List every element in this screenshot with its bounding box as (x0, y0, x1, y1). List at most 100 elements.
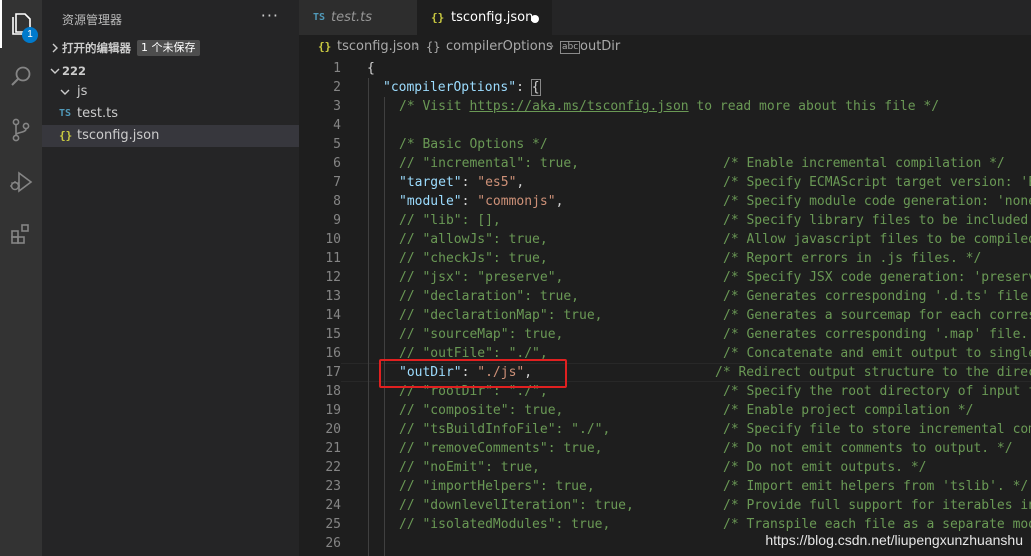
code-token: , (555, 194, 564, 209)
json-value: "es5" (477, 175, 517, 190)
comment: // "tsBuildInfoFile": "./", (399, 422, 611, 437)
tree-item-label: test.ts (77, 106, 118, 121)
comment: /* Specify file to store incremental com… (723, 422, 1031, 437)
code-line-trailing-comment: /* Generates corresponding '.map' file. … (723, 325, 1031, 344)
code-line-trailing-comment: /* Specify JSX code generation: 'preserv… (723, 268, 1031, 287)
tree-item-tsconfig-json[interactable]: {} tsconfig.json (42, 125, 299, 147)
sidebar-title: 资源管理器 (62, 13, 123, 27)
line-number: 3 (333, 99, 341, 114)
activity-bar: 1 (0, 0, 42, 556)
line-number: 11 (325, 251, 341, 266)
line-number: 18 (325, 384, 341, 399)
comment: // "checkJs": true, (399, 251, 548, 266)
line-number: 8 (333, 194, 341, 209)
code-line-trailing-comment: /* Specify module code generation: 'none… (723, 192, 1031, 211)
line-number: 25 (325, 517, 341, 532)
code-line: // "jsx": "preserve", (399, 268, 563, 287)
comment: /* Specify the root directory of input f… (723, 384, 1031, 399)
matching-bracket: { (530, 79, 541, 96)
comment: // "declaration": true, (399, 289, 580, 304)
source-control-icon[interactable] (0, 106, 42, 154)
comment: // "declarationMap": true, (399, 308, 603, 323)
code-line: // "isolatedModules": true, (399, 515, 610, 534)
line-number: 23 (325, 479, 341, 494)
breadcrumb-file[interactable]: tsconfig.json (337, 35, 419, 59)
breadcrumb-property[interactable]: outDir (580, 35, 620, 59)
comment: // "jsx": "preserve", (399, 270, 564, 285)
open-editors-section[interactable]: 打开的编辑器 1 个未保存 (42, 37, 299, 59)
comment: /* Do not emit outputs. */ (723, 460, 927, 475)
indent-guide (384, 97, 385, 556)
code-line: // "importHelpers": true, (399, 477, 595, 496)
json-key: "target" (399, 175, 462, 190)
search-icon[interactable] (0, 53, 42, 101)
comment: /* Do not emit comments to output. */ (723, 441, 1013, 456)
tab-label: tsconfig.json (451, 10, 534, 25)
line-number: 7 (333, 175, 341, 190)
code-line-trailing-comment: /* Specify ECMAScript target version: 'E… (723, 173, 1031, 192)
chevron-right-icon (49, 37, 61, 59)
code-line-trailing-comment: /* Concatenate and emit output to single… (723, 344, 1031, 363)
code-line-trailing-comment: /* Do not emit comments to output. */ (723, 439, 1013, 458)
tree-item-js[interactable]: js (42, 81, 299, 103)
code-token: { (367, 61, 375, 76)
folder-name: 222 (62, 64, 87, 78)
object-icon: {} (426, 40, 441, 54)
code-line: // "declaration": true, (399, 287, 579, 306)
folder-section[interactable]: 222 (42, 60, 299, 82)
unsaved-dot-icon[interactable] (531, 15, 539, 23)
line-number: 24 (325, 498, 341, 513)
comment: // "removeComments": true, (399, 441, 603, 456)
line-number: 20 (325, 422, 341, 437)
tab-bar: TS test.ts {} tsconfig.json (299, 0, 1031, 35)
tab-tsconfig-json[interactable]: {} tsconfig.json (417, 0, 552, 35)
comment: // "lib": [], (399, 213, 501, 228)
code-line: // "tsBuildInfoFile": "./", (399, 420, 610, 439)
extensions-icon[interactable] (0, 210, 42, 258)
code-token: : (461, 175, 478, 190)
code-line: // "checkJs": true, (399, 249, 548, 268)
tree-item-test-ts[interactable]: TS test.ts (42, 103, 299, 125)
comment: // "allowJs": true, (399, 232, 548, 247)
more-actions-icon[interactable]: ··· (261, 6, 279, 25)
line-number: 12 (325, 270, 341, 285)
line-number: 4 (333, 118, 341, 133)
code-line-trailing-comment: /* Specify library files to be included … (723, 211, 1031, 230)
comment: /* Specify library files to be included … (723, 213, 1029, 228)
comment-link[interactable]: https://aka.ms/tsconfig.json (469, 99, 688, 114)
comment: /* Provide full support for iterables in… (723, 498, 1031, 513)
explorer-sidebar: 资源管理器 ··· 打开的编辑器 1 个未保存 222 js TS test.t… (42, 0, 299, 556)
files-icon[interactable]: 1 (0, 0, 42, 48)
typescript-file-icon: TS (59, 108, 72, 119)
breadcrumb-object[interactable]: compilerOptions (446, 35, 553, 59)
tab-label: test.ts (331, 10, 372, 25)
code-editor[interactable]: 1 2 3 4 5 6 7 8 9 10 11 12 13 14 15 16 17 18 19 20 21 22 23 24 2… (299, 59, 1031, 556)
code-line-trailing-comment: /* Allow javascript files to be compiled… (723, 230, 1031, 249)
code-line: "module": "commonjs", (399, 192, 563, 211)
code-line-trailing-comment: /* Do not emit outputs. */ (723, 458, 927, 477)
code-line: // "declarationMap": true, (399, 306, 603, 325)
code-line: // "lib": [], (399, 211, 501, 230)
tree-item-label: js (77, 84, 88, 99)
line-number: 19 (325, 403, 341, 418)
code-line-trailing-comment: /* Specify file to store incremental com… (723, 420, 1031, 439)
json-key: "compilerOptions" (383, 80, 517, 95)
run-debug-icon[interactable] (0, 158, 42, 206)
code-line: // "sourceMap": true, (399, 325, 563, 344)
tab-test-ts[interactable]: TS test.ts (299, 0, 417, 35)
json-key: "module" (399, 194, 462, 209)
watermark: https://blog.csdn.net/liupengxunzhuanshu (765, 532, 1023, 548)
comment: // "downlevelIteration": true, (399, 498, 634, 513)
code-line: "compilerOptions": { (383, 78, 541, 97)
code-line-trailing-comment: /* Generates a sourcemap for each corres… (723, 306, 1031, 325)
code-line-trailing-comment: /* Provide full support for iterables in… (723, 496, 1031, 515)
tree-item-label: tsconfig.json (77, 128, 160, 143)
code-line-trailing-comment: /* Enable project compilation */ (723, 401, 973, 420)
json-file-icon: {} (59, 129, 73, 142)
code-line: /* Basic Options */ (399, 135, 548, 154)
code-line-trailing-comment: /* Specify the root directory of input f… (723, 382, 1031, 401)
comment: /* Transpile each file as a separate mod… (723, 517, 1031, 532)
highlight-annotation-box (379, 359, 567, 388)
line-number: 2 (333, 80, 341, 95)
comment: // "composite": true, (399, 403, 564, 418)
